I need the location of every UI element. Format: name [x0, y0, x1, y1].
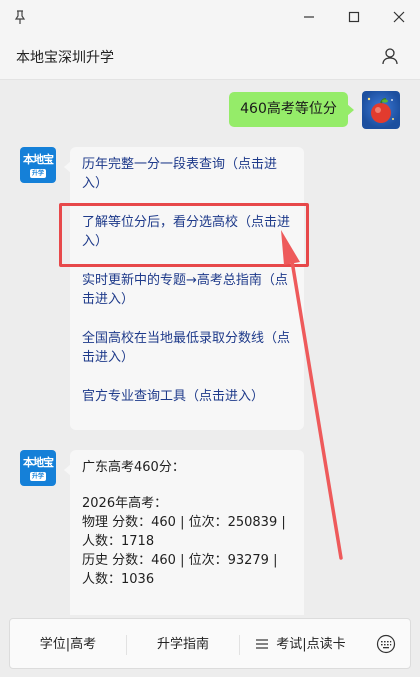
bottom-menu-bar: 学位|高考 升学指南 考试|点读卡	[0, 615, 420, 677]
user-icon[interactable]	[380, 46, 400, 66]
pin-icon[interactable]	[12, 9, 28, 25]
menu-degree-gaokao[interactable]: 学位|高考	[10, 619, 126, 670]
minimize-icon[interactable]	[300, 8, 318, 26]
bot-menu-bubble: 历年完整一分一段表查询（点击进入） 了解等位分后，看分选高校（点击进入） 实时更…	[64, 147, 304, 430]
bot-avatar-badge: 升学	[30, 472, 46, 481]
chat-header: 本地宝深圳升学	[0, 34, 420, 80]
bot-avatar-text: 本地宝	[23, 153, 54, 166]
answer-line-physics: 物理 分数：460 | 位次：250839 | 人数：1718	[82, 515, 286, 549]
answer-line-history: 历史 分数：460 | 位次：93279 | 人数：1036	[82, 553, 278, 587]
link-choose-college[interactable]: 了解等位分后，看分选高校（点击进入）	[82, 213, 292, 251]
answer-gap	[82, 477, 292, 494]
bot-avatar-text: 本地宝	[23, 456, 54, 469]
link-min-scores[interactable]: 全国高校在当地最低录取分数线（点击进入）	[82, 329, 292, 367]
close-icon[interactable]	[390, 8, 408, 26]
bot-avatar[interactable]: 本地宝 升学	[20, 450, 56, 486]
bot-avatar-badge: 升学	[30, 169, 46, 178]
link-gaokao-guide[interactable]: 实时更新中的专题→高考总指南（点击进入）	[82, 271, 292, 309]
menu-exam-card-label: 考试|点读卡	[276, 637, 346, 652]
maximize-icon[interactable]	[345, 8, 363, 26]
bottom-menu: 学位|高考 升学指南 考试|点读卡	[9, 618, 411, 669]
link-major-tool[interactable]: 官方专业查询工具（点击进入）	[82, 387, 292, 406]
chat-title: 本地宝深圳升学	[16, 50, 114, 66]
menu-admission-guide[interactable]: 升学指南	[127, 619, 239, 670]
keyboard-icon[interactable]	[376, 634, 396, 654]
menu-exam-card[interactable]: 考试|点读卡	[242, 619, 360, 670]
menu-divider	[239, 635, 240, 655]
bot-avatar[interactable]: 本地宝 升学	[20, 147, 56, 183]
answer-line-year: 2026年高考：	[82, 496, 168, 511]
apple-avatar-icon	[367, 97, 394, 123]
user-avatar[interactable]	[362, 91, 400, 129]
menu-hamburger-icon	[256, 638, 269, 649]
link-score-table[interactable]: 历年完整一分一段表查询（点击进入）	[82, 155, 292, 193]
window-titlebar	[0, 0, 420, 34]
answer-line-title: 广东高考460分：	[82, 460, 185, 475]
bot-answer-bubble: 广东高考460分： 2026年高考： 物理 分数：460 | 位次：250839…	[64, 450, 304, 615]
chat-area[interactable]: 460高考等位分 本地宝 升学 历年完整一分一段表查询（点击进入） 了解等位分后…	[0, 80, 420, 615]
user-message-bubble[interactable]: 460高考等位分	[229, 92, 354, 127]
